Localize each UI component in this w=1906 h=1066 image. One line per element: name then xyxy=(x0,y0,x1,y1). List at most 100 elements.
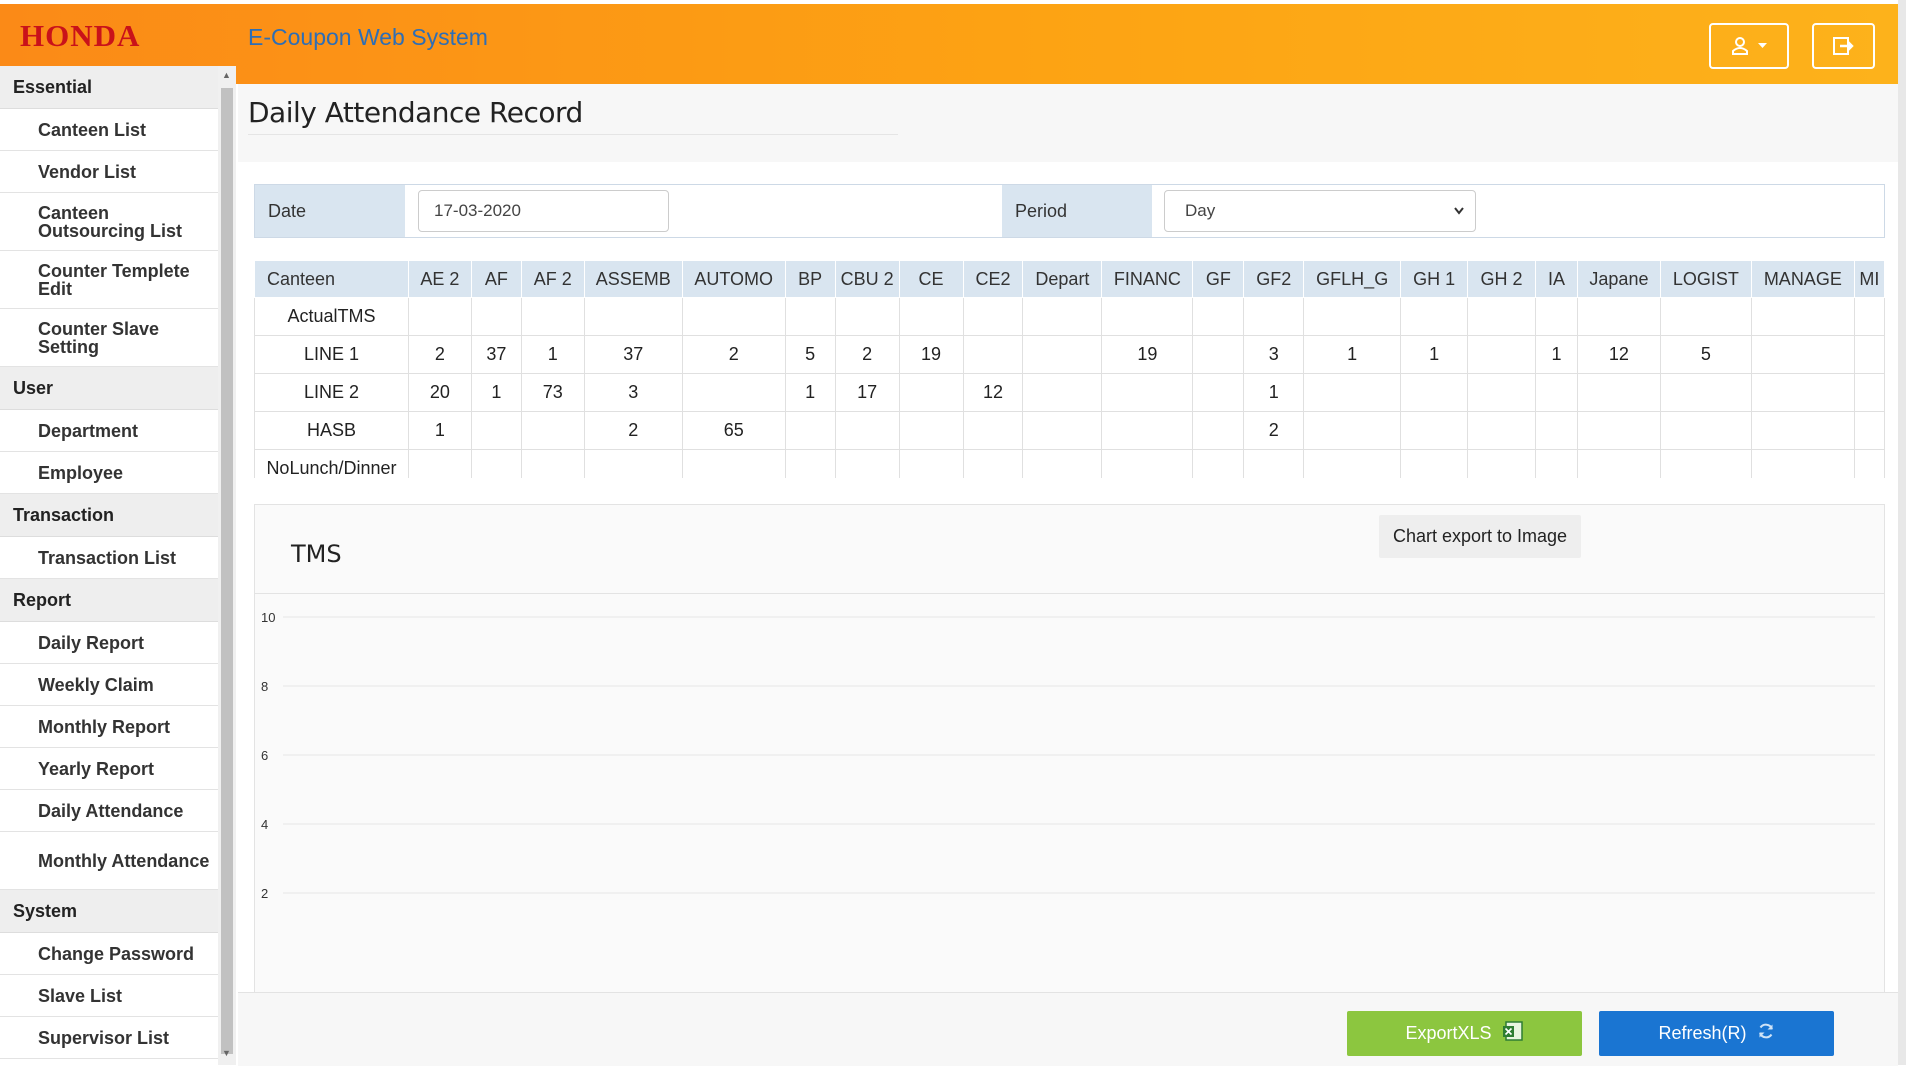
table-cell xyxy=(1192,297,1245,336)
table-cell: 1 xyxy=(1400,335,1469,374)
chart-export-image-button[interactable]: Chart export to Image xyxy=(1379,515,1581,558)
table-cell xyxy=(1535,449,1578,478)
table-cell xyxy=(1303,411,1402,450)
table-cell xyxy=(962,297,1024,336)
table-cell xyxy=(1467,373,1537,412)
table-cell: 19 xyxy=(898,335,964,374)
table-cell xyxy=(520,449,585,478)
table-cell xyxy=(583,297,683,336)
export-xls-button[interactable]: ExportXLS xyxy=(1347,1011,1582,1056)
sidebar-item-daily-report[interactable]: Daily Report xyxy=(0,622,218,664)
table-header-canteen: Canteen xyxy=(254,260,409,298)
table-cell: 20 xyxy=(407,373,472,412)
refresh-icon xyxy=(1757,1022,1775,1045)
sidebar-item-monthly-report[interactable]: Monthly Report xyxy=(0,706,218,748)
table-row: LINE 2 20 1 73 3 1 17 12 1 xyxy=(254,373,1885,412)
table-cell xyxy=(834,411,900,450)
table-cell: 2 xyxy=(407,335,472,374)
table-cell xyxy=(784,297,836,336)
table-cell xyxy=(470,449,522,478)
table-cell xyxy=(1022,335,1103,374)
y-axis-tick-label: 10 xyxy=(261,610,275,625)
table-cell xyxy=(1400,449,1469,478)
sidebar-item-vendor-list[interactable]: Vendor List xyxy=(0,151,218,193)
table-body: ActualTMS LINE 1 2 37 1 37 2 5 2 19 19 3 1 1 1 12 5 LINE … xyxy=(254,297,1885,478)
page-title: Daily Attendance Record xyxy=(248,96,583,129)
table-cell xyxy=(1750,411,1855,450)
table-cell: 1 xyxy=(1303,335,1402,374)
table-cell xyxy=(1022,297,1103,336)
sidebar-item-daily-attendance[interactable]: Daily Attendance xyxy=(0,790,218,832)
date-input[interactable]: 17-03-2020 xyxy=(418,190,669,232)
sidebar-section-user: User xyxy=(0,367,218,410)
table-cell: 2 xyxy=(681,335,786,374)
table-cell: 17 xyxy=(834,373,900,412)
sidebar-item-monthly-attendance[interactable]: Monthly Attendance xyxy=(0,832,218,890)
sidebar-item-slave-list[interactable]: Slave List xyxy=(0,975,218,1017)
chart-panel: TMS Chart export to Image 10 8 6 4 2 xyxy=(254,504,1885,1064)
table-cell: 3 xyxy=(583,373,683,412)
table-cell xyxy=(1101,297,1194,336)
sidebar-item-employee[interactable]: Employee xyxy=(0,452,218,494)
chart-header: TMS Chart export to Image xyxy=(255,505,1884,594)
page-scrollbar[interactable] xyxy=(1898,0,1906,1065)
table-cell xyxy=(1303,297,1402,336)
table-cell xyxy=(1467,335,1537,374)
sidebar-item-counter-slave-setting[interactable]: Counter Slave Setting xyxy=(0,309,218,367)
chart-title: TMS xyxy=(291,540,342,568)
scroll-up-arrow-icon[interactable]: ▲ xyxy=(222,70,231,80)
tms-chart: 10 8 6 4 2 xyxy=(261,610,1875,901)
sidebar-item-counter-templete-edit[interactable]: Counter Templete Edit xyxy=(0,251,218,309)
table-cell xyxy=(1659,297,1752,336)
table-cell xyxy=(1853,449,1885,478)
table-row: LINE 1 2 37 1 37 2 5 2 19 19 3 1 1 1 12 5 xyxy=(254,335,1885,374)
sidebar-item-yearly-report[interactable]: Yearly Report xyxy=(0,748,218,790)
table-cell xyxy=(962,449,1024,478)
table-cell xyxy=(1243,449,1305,478)
table-cell xyxy=(520,411,585,450)
table-cell xyxy=(1659,411,1752,450)
table-header-row: Canteen AE 2 AF AF 2 ASSEMB AUTOMO BP CBU 2 CE CE… xyxy=(254,260,1885,298)
sidebar-item-canteen-list[interactable]: Canteen List xyxy=(0,109,218,151)
table-header-cell: ASSEMB xyxy=(583,260,683,298)
sidebar-item-canteen-outsourcing-list[interactable]: Canteen Outsourcing List xyxy=(0,193,218,251)
export-xls-label: ExportXLS xyxy=(1405,1023,1492,1043)
sidebar-item-department[interactable]: Department xyxy=(0,410,218,452)
table-row: HASB 1 2 65 2 xyxy=(254,411,1885,450)
user-menu-button[interactable] xyxy=(1709,23,1789,69)
table-cell xyxy=(1853,297,1885,336)
refresh-button[interactable]: Refresh(R) xyxy=(1599,1011,1834,1056)
table-cell xyxy=(1400,373,1469,412)
table-header-cell: GH 1 xyxy=(1400,260,1469,298)
table-header-cell: FINANC xyxy=(1101,260,1194,298)
sidebar-scroll-thumb[interactable] xyxy=(221,88,233,1054)
table-row: ActualTMS xyxy=(254,297,1885,336)
logout-button[interactable] xyxy=(1812,23,1875,69)
period-select[interactable]: Day xyxy=(1164,190,1476,232)
footer-bar: ExportXLS Refresh(R) xyxy=(238,992,1898,1066)
sidebar-item-transaction-list[interactable]: Transaction List xyxy=(0,537,218,579)
table-cell xyxy=(1192,411,1245,450)
table-cell xyxy=(1750,373,1855,412)
y-axis-tick-label: 4 xyxy=(261,817,268,832)
sidebar-item-change-password[interactable]: Change Password xyxy=(0,933,218,975)
sidebar-section-essential: Essential xyxy=(0,66,218,109)
top-header: HONDA E-Coupon Web System xyxy=(0,0,1898,84)
date-label: Date xyxy=(255,185,405,237)
table-cell xyxy=(784,449,836,478)
sidebar-item-supervisor-list[interactable]: Supervisor List xyxy=(0,1017,218,1059)
scroll-down-arrow-icon[interactable]: ▼ xyxy=(222,1048,231,1058)
sidebar-item-weekly-claim[interactable]: Weekly Claim xyxy=(0,664,218,706)
sidebar-scrollbar[interactable]: ▲ ▼ xyxy=(218,66,236,1065)
table-cell xyxy=(470,411,522,450)
main-area: Daily Attendance Record Date 17-03-2020 … xyxy=(238,84,1898,1066)
table-header-cell: CE2 xyxy=(962,260,1024,298)
table-cell xyxy=(1750,297,1855,336)
table-cell xyxy=(898,373,964,412)
table-cell: 19 xyxy=(1101,335,1194,374)
sidebar-section-report: Report xyxy=(0,579,218,622)
row-label-cell: LINE 2 xyxy=(254,373,409,412)
table-cell xyxy=(1192,373,1245,412)
table-cell: 1 xyxy=(1535,335,1578,374)
table-cell xyxy=(834,297,900,336)
